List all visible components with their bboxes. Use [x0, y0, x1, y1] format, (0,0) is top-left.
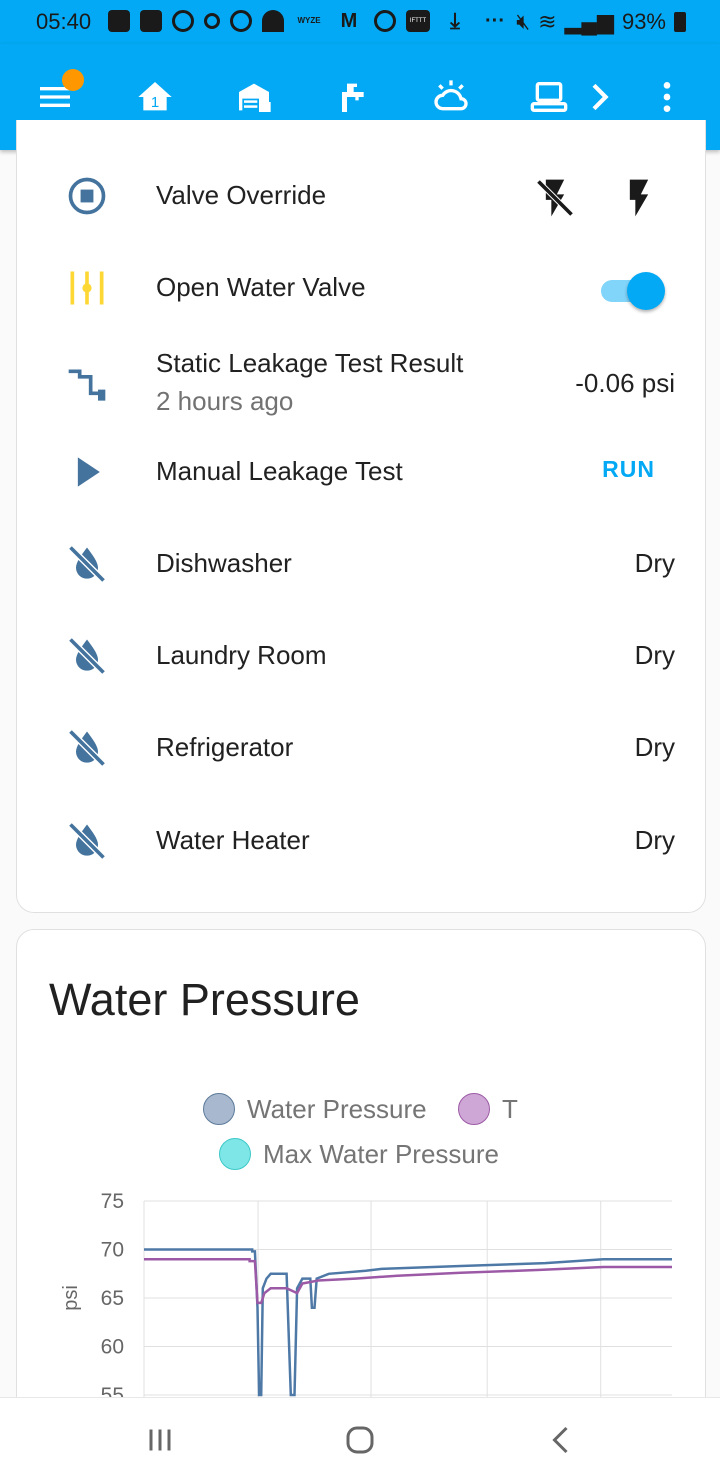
sensor-value: Dry [634, 825, 675, 855]
q-icon [230, 10, 252, 32]
sensor-value: Dry [634, 640, 675, 670]
toggle-thumb [627, 272, 665, 310]
weather-icon [262, 10, 284, 32]
laptop-icon[interactable] [524, 72, 574, 122]
flash-off-icon[interactable] [533, 176, 577, 220]
svg-text:1: 1 [151, 94, 159, 111]
controls-card: Valve Override Open Water Valve Static L… [16, 120, 706, 913]
garage-icon[interactable] [229, 72, 279, 122]
download-icon: ⤓ [450, 8, 460, 33]
back-icon[interactable] [542, 1422, 582, 1458]
battery-icon [674, 12, 686, 32]
gear-icon [204, 13, 220, 29]
sensor-label: Water Heater [156, 825, 310, 855]
open-valve-toggle[interactable] [599, 272, 667, 310]
overflow-menu-icon[interactable] [642, 72, 692, 122]
play-icon [65, 450, 109, 494]
open-valve-row: Open Water Valve [17, 242, 707, 334]
status-time: 05:40 [36, 9, 92, 34]
static-leak-value: -0.06 psi [575, 368, 675, 398]
series-line [144, 1248, 672, 1397]
sensor-value: Dry [634, 732, 675, 762]
legend-swatch [458, 1093, 490, 1125]
notification-badge [62, 69, 84, 91]
water-off-icon [65, 819, 109, 863]
legend-label: Water Pressure [247, 1093, 427, 1124]
legend-swatch [219, 1138, 251, 1170]
chevron-right-icon[interactable] [574, 72, 624, 122]
sensor-row: Dishwasher Dry [17, 518, 707, 610]
card-title: Water Pressure [49, 974, 360, 1025]
b-icon [140, 10, 162, 32]
home-button-icon[interactable] [340, 1422, 380, 1458]
sensor-row: Water Heater Dry [17, 795, 707, 887]
legend-item[interactable]: Max Water Pressure [219, 1138, 499, 1170]
recents-icon[interactable] [140, 1422, 180, 1458]
sensor-label: Refrigerator [156, 732, 294, 762]
battery-text: 93% [621, 9, 666, 34]
more-icon: ··· [485, 10, 505, 32]
wyze-icon: WYZE [297, 16, 321, 25]
open-valve-label: Open Water Valve [156, 272, 366, 302]
run-button[interactable]: RUN [602, 456, 655, 483]
y-tick-label: 60 [101, 1336, 124, 1359]
y-tick-label: 70 [101, 1239, 124, 1262]
legend-label: Max Water Pressure [263, 1138, 499, 1169]
legend-label: T [502, 1093, 518, 1124]
mute-icon: 🔇︎ [516, 9, 531, 34]
static-leak-label: Static Leakage Test Result [156, 348, 464, 378]
legend-item[interactable]: T [458, 1093, 518, 1125]
status-right: 🔇︎ ≋ ▂▄▆ 93% [516, 9, 686, 35]
sensor-row: Refrigerator Dry [17, 702, 707, 794]
play-icon [374, 10, 396, 32]
system-nav-bar [0, 1397, 720, 1480]
y-tick-label: 65 [101, 1287, 124, 1310]
faucet-icon[interactable] [327, 72, 377, 122]
wifi-icon: ≋ [538, 9, 557, 34]
sensor-value: Dry [634, 548, 675, 578]
valve-override-label: Valve Override [156, 180, 327, 210]
notification-icons: WYZE M IFTTT ⤓ ··· [108, 10, 510, 32]
status-bar: 05:40 WYZE M IFTTT ⤓ ··· 🔇︎ ≋ ▂▄▆ 93% [0, 0, 720, 44]
valve-open-icon [65, 266, 109, 310]
manual-leak-row: Manual Leakage Test RUN [17, 426, 707, 518]
signal-icon: ▂▄▆ [564, 9, 614, 34]
water-off-icon [65, 726, 109, 770]
legend-swatch [203, 1093, 235, 1125]
youtube-icon [108, 10, 130, 32]
y-tick-label: 75 [101, 1190, 124, 1213]
pipe-icon [65, 364, 109, 408]
stop-circle-icon [65, 174, 109, 218]
ifttt-icon: IFTTT [406, 10, 430, 32]
static-leak-time: 2 hours ago [156, 386, 294, 416]
water-off-icon [65, 542, 109, 586]
water-off-icon [65, 634, 109, 678]
series-line [144, 1257, 672, 1305]
flash-icon[interactable] [617, 176, 661, 220]
sensor-label: Dishwasher [156, 548, 292, 578]
sensor-row: Laundry Room Dry [17, 610, 707, 702]
y-axis-label: psi [60, 1285, 82, 1311]
weather-icon[interactable] [426, 72, 476, 122]
valve-override-row: Valve Override [17, 150, 707, 242]
home-icon[interactable]: 1 [130, 72, 180, 122]
circle-icon [172, 10, 194, 32]
legend-item[interactable]: Water Pressure [203, 1093, 427, 1125]
sensor-label: Laundry Room [156, 640, 327, 670]
gmail-icon: M [340, 10, 358, 32]
water-pressure-card: Water Pressure Water Pressure T Max Wate… [16, 929, 706, 1449]
manual-leak-label: Manual Leakage Test [156, 456, 403, 486]
